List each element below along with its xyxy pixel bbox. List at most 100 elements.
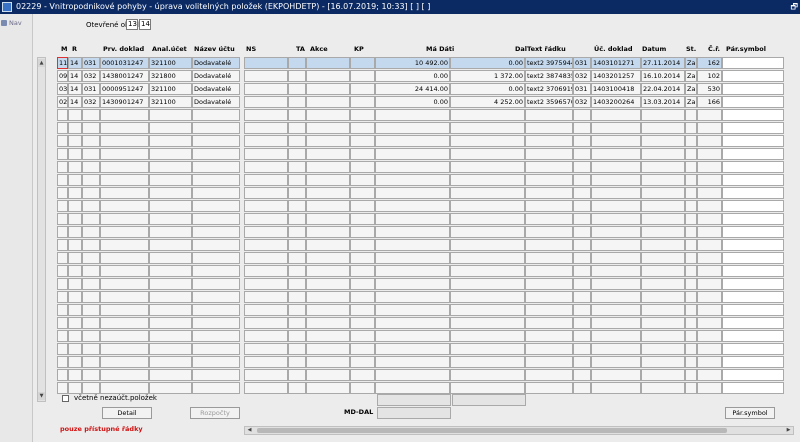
cell-cr[interactable] (697, 200, 722, 212)
cell-ma-dati[interactable] (375, 252, 450, 264)
cell-st[interactable] (685, 291, 697, 303)
cell-par-symbol[interactable] (722, 109, 784, 121)
cell-prv-doklad[interactable] (100, 200, 149, 212)
cell-ns[interactable] (244, 278, 288, 290)
cell-anal-ucet[interactable] (149, 122, 192, 134)
cell-kp[interactable] (350, 213, 375, 225)
cell-datum[interactable] (641, 122, 685, 134)
cell-kod[interactable] (573, 187, 591, 199)
cell-prv-doklad[interactable]: 1438001247 (100, 70, 149, 82)
cell-m[interactable] (57, 109, 68, 121)
cell-cr[interactable] (697, 252, 722, 264)
cell-ma-dati[interactable] (375, 213, 450, 225)
cell-par-symbol[interactable] (722, 317, 784, 329)
cell-st[interactable] (685, 317, 697, 329)
cell-ma-dati[interactable] (375, 135, 450, 147)
cell-kp[interactable] (350, 304, 375, 316)
cell-datum[interactable] (641, 109, 685, 121)
cell-r[interactable]: 14 (68, 96, 82, 108)
cell-uc-doklad[interactable] (591, 356, 641, 368)
cell-kp[interactable] (350, 148, 375, 160)
cell-r[interactable] (68, 330, 82, 342)
cell-anal-ucet[interactable] (149, 304, 192, 316)
cell-dal[interactable] (450, 252, 525, 264)
cell-kp[interactable] (350, 96, 375, 108)
cell-akce[interactable] (306, 343, 350, 355)
cell-typ[interactable] (82, 382, 100, 394)
cell-uc-doklad[interactable] (591, 330, 641, 342)
cell-cr[interactable] (697, 122, 722, 134)
cell-typ[interactable] (82, 265, 100, 277)
cell-par-symbol[interactable] (722, 187, 784, 199)
cell-datum[interactable] (641, 330, 685, 342)
cell-akce[interactable] (306, 70, 350, 82)
cell-r[interactable] (68, 382, 82, 394)
scroll-left-icon[interactable]: ◀ (245, 427, 254, 434)
cell-ns[interactable] (244, 369, 288, 381)
cell-typ[interactable] (82, 291, 100, 303)
cell-ma-dati[interactable] (375, 226, 450, 238)
cell-par-symbol[interactable] (722, 161, 784, 173)
cell-uc-doklad[interactable] (591, 382, 641, 394)
cell-kp[interactable] (350, 265, 375, 277)
cell-ta[interactable] (288, 317, 306, 329)
cell-akce[interactable] (306, 369, 350, 381)
cell-kp[interactable] (350, 174, 375, 186)
cell-dal[interactable] (450, 200, 525, 212)
cell-ns[interactable] (244, 317, 288, 329)
cell-cr[interactable] (697, 187, 722, 199)
cell-datum[interactable] (641, 200, 685, 212)
cell-datum[interactable]: 13.03.2014 (641, 96, 685, 108)
cell-datum[interactable] (641, 304, 685, 316)
cell-par-symbol[interactable] (722, 343, 784, 355)
cell-nazev-uctu[interactable] (192, 343, 240, 355)
cell-nazev-uctu[interactable] (192, 148, 240, 160)
cell-kod[interactable] (573, 369, 591, 381)
cell-par-symbol[interactable] (722, 369, 784, 381)
cell-cr[interactable]: 530 (697, 83, 722, 95)
cell-akce[interactable] (306, 278, 350, 290)
cell-ns[interactable] (244, 304, 288, 316)
cell-typ[interactable] (82, 304, 100, 316)
cell-datum[interactable]: 27.11.2014 (641, 57, 685, 69)
cell-ma-dati[interactable] (375, 317, 450, 329)
cell-cr[interactable] (697, 265, 722, 277)
cell-akce[interactable] (306, 291, 350, 303)
cell-ma-dati[interactable]: 10 492.00 (375, 57, 450, 69)
cell-cr[interactable]: 166 (697, 96, 722, 108)
cell-cr[interactable] (697, 226, 722, 238)
cell-nazev-uctu[interactable] (192, 135, 240, 147)
cell-ma-dati[interactable]: 0.00 (375, 96, 450, 108)
cell-text-radku[interactable] (525, 213, 573, 225)
cell-uc-doklad[interactable] (591, 135, 641, 147)
cell-m[interactable] (57, 356, 68, 368)
cell-prv-doklad[interactable] (100, 356, 149, 368)
cell-m[interactable] (57, 135, 68, 147)
cell-text-radku[interactable] (525, 187, 573, 199)
cell-uc-doklad[interactable] (591, 226, 641, 238)
cell-kp[interactable] (350, 369, 375, 381)
cell-ta[interactable] (288, 239, 306, 251)
cell-ns[interactable] (244, 109, 288, 121)
cell-typ[interactable] (82, 278, 100, 290)
cell-r[interactable] (68, 226, 82, 238)
scroll-up-icon[interactable]: ▲ (38, 59, 45, 67)
cell-ns[interactable] (244, 83, 288, 95)
cell-typ[interactable] (82, 317, 100, 329)
cell-akce[interactable] (306, 122, 350, 134)
cell-nazev-uctu[interactable] (192, 317, 240, 329)
cell-anal-ucet[interactable] (149, 343, 192, 355)
cell-ma-dati[interactable] (375, 278, 450, 290)
cell-prv-doklad[interactable] (100, 109, 149, 121)
cell-m[interactable] (57, 382, 68, 394)
cell-kod[interactable] (573, 226, 591, 238)
cell-ma-dati[interactable] (375, 356, 450, 368)
cell-kp[interactable] (350, 135, 375, 147)
cell-ta[interactable] (288, 330, 306, 342)
cell-datum[interactable] (641, 291, 685, 303)
cell-ns[interactable] (244, 265, 288, 277)
cell-akce[interactable] (306, 330, 350, 342)
cell-ma-dati[interactable] (375, 161, 450, 173)
cell-anal-ucet[interactable] (149, 161, 192, 173)
cell-anal-ucet[interactable] (149, 200, 192, 212)
